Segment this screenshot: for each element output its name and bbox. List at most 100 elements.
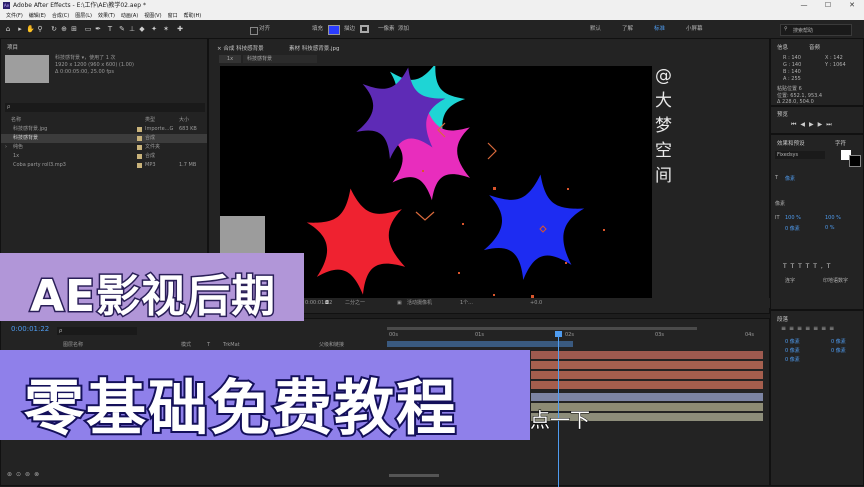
watermark: @大梦空间	[655, 66, 672, 186]
layer-track[interactable]	[531, 351, 763, 359]
col-trkmat[interactable]: TrkMat	[223, 341, 240, 349]
align-buttons[interactable]: ≡≡≡≡≡≡≡	[781, 325, 837, 332]
scale-h[interactable]: 100 %	[785, 215, 801, 221]
footage-tab[interactable]: 素材 科技感背景.jpg	[289, 44, 340, 52]
quality-dropdown[interactable]: 二分之一	[345, 299, 365, 307]
stroke-color-swatch[interactable]	[849, 155, 861, 167]
layer-track[interactable]	[531, 393, 763, 401]
col-layer-name[interactable]: 图层名称	[63, 341, 83, 349]
baseline-shift[interactable]: 0 像素	[785, 225, 800, 232]
layer-track[interactable]	[531, 371, 763, 379]
red-star[interactable]	[303, 182, 413, 298]
zoom-tool-icon[interactable]: ⚲	[36, 25, 44, 33]
work-area-range[interactable]	[387, 341, 573, 347]
puppet-tool-icon[interactable]: ✶	[162, 25, 170, 33]
workspace-learn[interactable]: 了解	[622, 24, 633, 34]
playhead-handle[interactable]	[555, 331, 562, 337]
project-panel-title[interactable]: 项目	[7, 43, 18, 51]
composition-tab[interactable]: 合成	[223, 46, 234, 52]
label-swatch	[137, 145, 142, 150]
list-item[interactable]: 1x 合成	[1, 152, 207, 161]
rotate-tool-icon[interactable]: ↻	[50, 25, 58, 33]
tab-audio[interactable]: 音频	[809, 43, 820, 51]
close-button[interactable]: ✕	[840, 0, 864, 11]
brush-tool-icon[interactable]: ✎	[118, 25, 126, 33]
playback-controls[interactable]: ⏮◀▶▶⏭	[791, 121, 836, 129]
fill-swatch[interactable]	[328, 25, 340, 35]
blue-star[interactable]	[478, 168, 588, 287]
camera-dropdown[interactable]: 活动摄像机	[407, 299, 432, 307]
workspace-default[interactable]: 默认	[590, 24, 601, 34]
tools-bar: ⌂ ▸ ✋ ⚲ ↻ ⊕ ⊞ ▭ ✒ T ✎ ⊥ ◆ ✦ ✶ ✚ 对齐 填充 描边…	[0, 20, 864, 39]
promo-banner-top: AE影视后期	[0, 253, 304, 324]
clone-tool-icon[interactable]: ⊥	[128, 25, 136, 33]
text-tool-icon[interactable]: T	[106, 25, 114, 33]
list-item[interactable]: Coba party roll3.mp3 MP3 1.7 MB	[1, 161, 207, 170]
layer-track[interactable]	[531, 381, 763, 389]
stroke-width[interactable]: 一像素	[378, 24, 395, 34]
tab-character[interactable]: 字符	[835, 139, 846, 147]
list-item[interactable]: 科技感背景 合成	[1, 134, 207, 143]
snap-checkbox[interactable]	[250, 27, 258, 35]
pen-tool-icon[interactable]: ✒	[94, 25, 102, 33]
tab-effects[interactable]: 效果和预设	[777, 139, 805, 147]
selection-tool-icon[interactable]: ▸	[16, 25, 24, 33]
label-swatch	[137, 136, 142, 141]
timeline-search-input[interactable]: ρ	[57, 327, 137, 335]
preview-title[interactable]: 预览	[777, 110, 788, 118]
tsume[interactable]: 0 %	[825, 225, 835, 231]
col-parent[interactable]: 父级和链接	[319, 341, 344, 349]
search-icon: ⚲	[784, 26, 788, 32]
hindi-digits-checkbox[interactable]: 印地语数字	[823, 277, 848, 284]
label-swatch	[137, 154, 142, 159]
camera-tool-icon[interactable]: ⊕	[60, 25, 68, 33]
eraser-tool-icon[interactable]: ◆	[138, 25, 146, 33]
views-dropdown[interactable]: 1个...	[460, 299, 473, 307]
promo-banner-bottom: 零基础免费教程	[0, 350, 530, 446]
maximize-button[interactable]: ☐	[816, 0, 840, 11]
font-size-unit[interactable]: 像素	[785, 175, 795, 182]
paragraph-title[interactable]: 段落	[777, 315, 788, 323]
hand-tool-icon[interactable]: ✋	[26, 25, 35, 33]
workspace-standard[interactable]: 标准	[654, 24, 665, 34]
pan-tool-icon[interactable]: ⊞	[70, 25, 78, 33]
tracking-value[interactable]: 像素	[775, 200, 785, 207]
exposure-value[interactable]: +0.0	[530, 299, 542, 307]
comp-breadcrumb[interactable]: 科技感背景	[243, 55, 317, 63]
font-dropdown[interactable]: Fixedsys	[775, 151, 825, 159]
col-t[interactable]: T	[207, 341, 210, 349]
promo-title-bottom: 零基础免费教程	[22, 372, 458, 446]
workspace-small[interactable]: 小屏幕	[686, 24, 703, 34]
col-size[interactable]: 大小	[179, 116, 189, 124]
zoom-slider[interactable]	[389, 474, 439, 477]
minimize-button[interactable]: —	[792, 0, 816, 11]
col-type[interactable]: 类型	[145, 116, 155, 124]
add-label[interactable]: 添加	[398, 24, 409, 34]
timeline-current-time[interactable]: 0:00:01:22	[11, 325, 49, 333]
roto-tool-icon[interactable]: ✦	[150, 25, 158, 33]
list-item[interactable]: › 纯色 文件夹	[1, 143, 207, 152]
text-style-buttons[interactable]: TTTTT,T	[783, 263, 834, 270]
label-swatch	[137, 163, 142, 168]
region-icon[interactable]: ▣	[397, 299, 402, 307]
col-mode[interactable]: 模式	[181, 341, 191, 349]
camera-icon[interactable]: ◘	[325, 299, 329, 307]
tab-info[interactable]: 信息	[777, 43, 788, 51]
scale-v[interactable]: 100 %	[825, 215, 841, 221]
mask-tool-icon[interactable]: ▭	[84, 25, 92, 33]
fill-label: 填充	[312, 26, 324, 32]
stroke-swatch[interactable]	[360, 25, 369, 33]
window-title: Adobe After Effects - E:\工作\AE\教学02.aep …	[13, 2, 146, 9]
ligatures-checkbox[interactable]: 连字	[785, 277, 795, 284]
list-item[interactable]: 科技感背景.jpg Importe...G 683 KB	[1, 125, 207, 134]
home-icon[interactable]: ⌂	[4, 25, 12, 33]
flowchart-toggle[interactable]: 1x	[219, 55, 241, 63]
layer-track[interactable]	[531, 361, 763, 369]
work-area-bar[interactable]	[387, 327, 697, 330]
pin-tool-icon[interactable]: ✚	[176, 25, 184, 33]
help-search-input[interactable]: ⚲ 搜索帮助	[780, 24, 852, 36]
chevron-right-icon[interactable]: ›	[5, 143, 7, 151]
timeline-switch-icons[interactable]: ⊛⊙⊚⊗	[7, 471, 43, 478]
col-name[interactable]: 名称	[11, 116, 21, 124]
project-search-input[interactable]: ρ	[5, 103, 205, 112]
